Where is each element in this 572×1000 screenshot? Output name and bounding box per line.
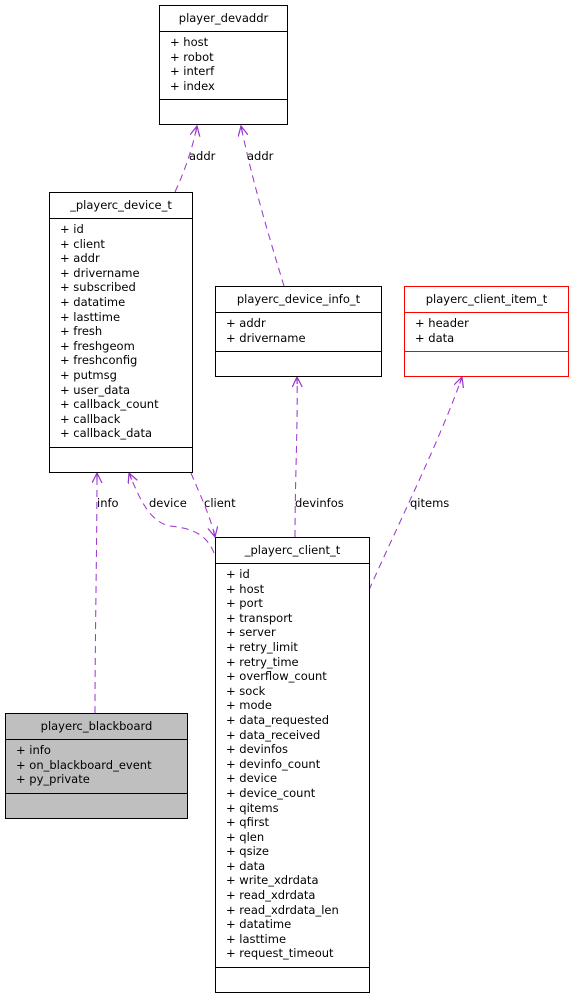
attribute: + id — [60, 222, 84, 236]
class-box-player-devaddr[interactable]: player_devaddr + host + robot + interf + ind… — [159, 5, 288, 126]
attribute: + data — [415, 330, 455, 345]
attribute: + devinfo_count — [226, 756, 321, 771]
attribute: + lasttime — [226, 931, 287, 946]
attribute: + on_blackboard_event — [16, 757, 152, 772]
attribute: + device — [226, 771, 278, 786]
method-section — [405, 352, 568, 376]
edge-client-to-device-device — [129, 473, 215, 554]
attribute: + sock — [226, 683, 266, 698]
edge-client-to-devinfo — [295, 377, 297, 538]
attribute: + transport — [226, 610, 293, 625]
attribute: + freshgeom — [60, 338, 135, 353]
attribute: + data — [226, 858, 266, 873]
attribute: + interf — [170, 64, 215, 79]
attribute: + overflow_count — [226, 669, 327, 684]
method-section — [50, 448, 192, 472]
attribute: + id — [226, 567, 250, 581]
method-section — [160, 100, 287, 124]
attribute: + qlen — [226, 829, 265, 844]
attribute: + drivername — [60, 265, 140, 280]
attribute: + port — [226, 596, 263, 611]
attribute: + header — [415, 316, 469, 330]
attribute: + write_xdrdata — [226, 873, 319, 888]
class-box-playerc-device-t[interactable]: _playerc_device_t + id + client + addr + dri… — [49, 192, 193, 473]
attribute: + data_requested — [226, 712, 330, 727]
method-section — [216, 352, 381, 376]
attribute: + qfirst — [226, 815, 270, 830]
attribute: + addr — [60, 251, 100, 266]
attribute: + mode — [226, 698, 272, 713]
attribute-list: + id + host + port + transport + server + ret… — [216, 564, 369, 969]
class-box-playerc-blackboard[interactable]: playerc_blackboard + info + on_blackboard_… — [5, 713, 188, 819]
edge-label-devinfos: devinfos — [295, 496, 344, 510]
edge-label-addr-2: addr — [247, 149, 274, 163]
attribute: + callback_data — [60, 426, 153, 441]
attribute: + data_received — [226, 727, 321, 742]
attribute: + putmsg — [60, 367, 117, 382]
class-name: playerc_device_info_t — [216, 287, 381, 313]
attribute: + drivername — [226, 330, 306, 345]
class-name: playerc_blackboard — [6, 714, 187, 740]
attribute: + info — [16, 743, 51, 757]
method-section — [6, 794, 187, 818]
edge-label-info: info — [97, 496, 119, 510]
attribute-list: + header + data — [405, 313, 568, 353]
attribute: + addr — [226, 316, 266, 330]
class-name: playerc_client_item_t — [405, 287, 568, 313]
edge-label-qitems: qitems — [410, 496, 450, 510]
class-box-playerc-client-t[interactable]: _playerc_client_t + id + host + port + trans… — [215, 537, 370, 994]
attribute-list: + info + on_blackboard_event + py_private — [6, 740, 187, 794]
attribute: + lasttime — [60, 309, 121, 324]
attribute: + request_timeout — [226, 946, 334, 961]
attribute: + robot — [170, 49, 214, 64]
attribute: + retry_limit — [226, 639, 298, 654]
class-name: _playerc_client_t — [216, 538, 369, 564]
attribute: + index — [170, 78, 215, 93]
edge-label-addr-1: addr — [189, 149, 216, 163]
attribute: + datatime — [226, 917, 292, 932]
attribute: + server — [226, 625, 276, 640]
class-box-playerc-client-item-t[interactable]: playerc_client_item_t + header + data — [404, 286, 569, 378]
attribute-list: + id + client + addr + drivername + subscrib… — [50, 219, 192, 448]
attribute: + host — [170, 35, 209, 49]
class-name: _playerc_device_t — [50, 193, 192, 219]
method-section — [216, 968, 369, 992]
attribute: + read_xdrdata_len — [226, 902, 339, 917]
edge-label-client: client — [204, 496, 236, 510]
attribute: + user_data — [60, 382, 131, 397]
attribute-list: + addr + drivername — [216, 313, 381, 353]
attribute: + callback_count — [60, 397, 159, 412]
attribute-list: + host + robot + interf + index — [160, 32, 287, 101]
attribute: + devinfos — [226, 742, 289, 757]
attribute: + fresh — [60, 324, 103, 339]
attribute: + read_xdrdata — [226, 888, 316, 903]
attribute: + callback — [60, 411, 121, 426]
attribute: + freshconfig — [60, 353, 138, 368]
edge-label-device: device — [149, 496, 187, 510]
attribute: + host — [226, 581, 265, 596]
attribute: + device_count — [226, 785, 316, 800]
attribute: + retry_time — [226, 654, 299, 669]
collaboration-diagram: addr addr info device client devinfos qi… — [0, 0, 572, 1000]
edge-client-to-clientitem — [368, 377, 462, 591]
attribute: + client — [60, 236, 105, 251]
attribute: + datatime — [60, 294, 126, 309]
attribute: + qsize — [226, 844, 269, 859]
class-name: player_devaddr — [160, 6, 287, 32]
attribute: + subscribed — [60, 280, 136, 295]
attribute: + py_private — [16, 772, 90, 787]
class-box-playerc-device-info-t[interactable]: playerc_device_info_t + addr + drivername — [215, 286, 382, 378]
attribute: + qitems — [226, 800, 279, 815]
